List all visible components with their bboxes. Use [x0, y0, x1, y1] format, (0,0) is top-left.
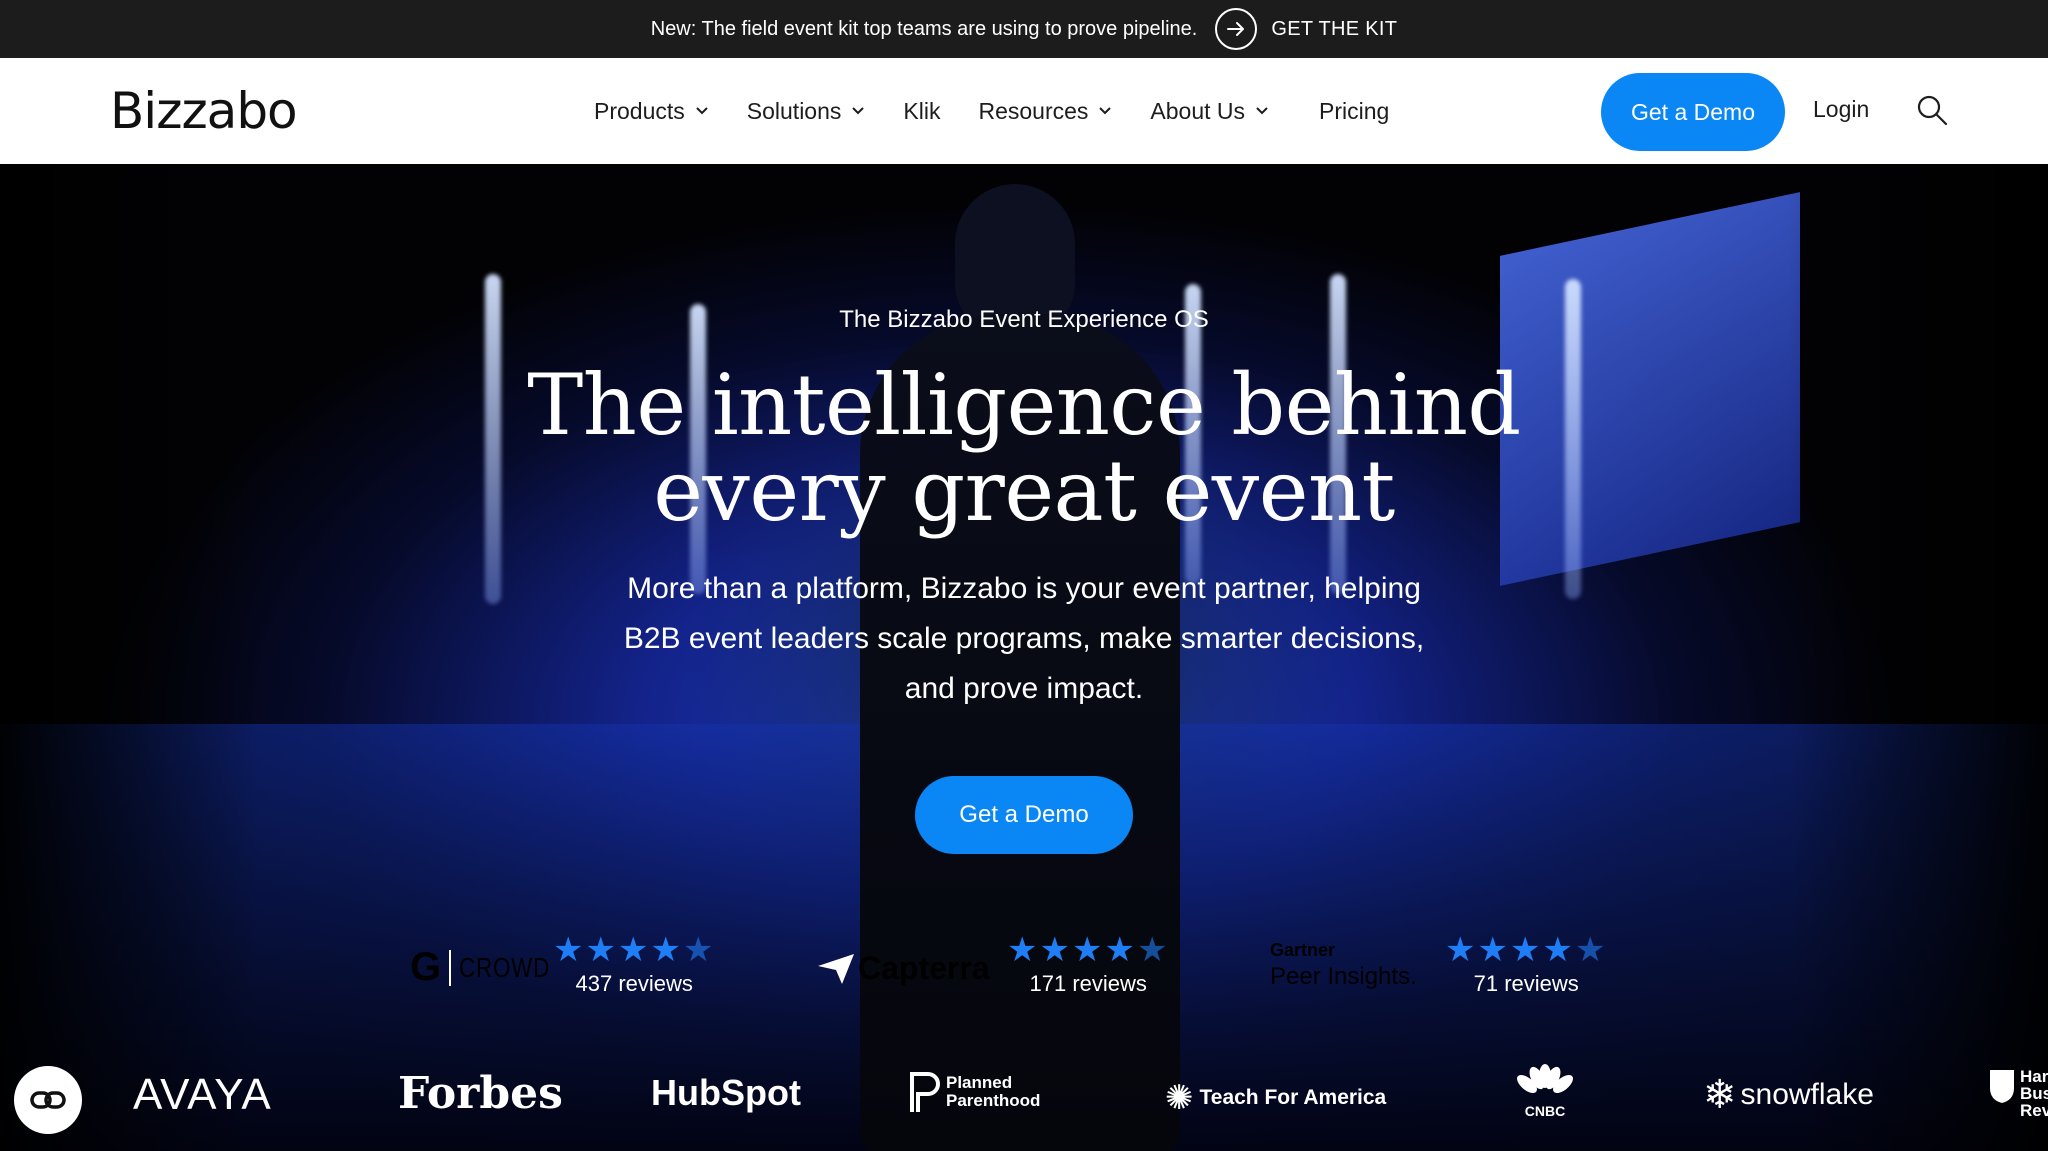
- star-half-icon: ★: [1136, 931, 1168, 969]
- nav-about-us[interactable]: About Us: [1150, 98, 1269, 125]
- nav-label: About Us: [1150, 97, 1245, 124]
- star-icon: ★: [553, 931, 584, 969]
- peer-insights-wordmark: Peer Insights.: [1270, 963, 1417, 990]
- hero-headline: The intelligence behind every great even…: [0, 362, 2048, 534]
- planned-parenthood-mark-icon: [910, 1072, 940, 1112]
- star-icon: ★: [585, 931, 616, 969]
- chevron-down-icon: [1099, 107, 1112, 115]
- nav-pricing[interactable]: Pricing: [1319, 98, 1389, 125]
- star-rating: ★ ★ ★ ★ ★: [1445, 933, 1607, 967]
- star-icon: ★: [617, 931, 649, 969]
- star-icon: ★: [1039, 931, 1070, 969]
- star-icon: ★: [1542, 931, 1573, 969]
- main-nav: Products Solutions Klik Resources About …: [594, 58, 1389, 164]
- chevron-down-icon: [1256, 107, 1268, 115]
- cnbc-logo: CNBC: [1515, 1064, 1575, 1119]
- gartner-review-count: 71 reviews: [1473, 971, 1579, 996]
- customer-logo-strip: AVAYA Forbes HubSpot Planned Parenthood …: [0, 1040, 2048, 1151]
- capterra-rating: ★ ★ ★ ★ ★ 171 reviews: [1007, 933, 1169, 997]
- star-half-icon: ★: [682, 931, 714, 969]
- nav-resources[interactable]: Resources: [978, 98, 1112, 125]
- snowflake-icon: ❄: [1703, 1073, 1737, 1117]
- cnbc-wordmark: CNBC: [1524, 1103, 1566, 1119]
- hbr-line-1: Har: [2020, 1067, 2048, 1086]
- nav-label: Pricing: [1319, 97, 1390, 124]
- arrow-right-icon: [1227, 22, 1245, 36]
- peacock-icon: [1517, 1064, 1573, 1093]
- nav-label: Solutions: [746, 97, 842, 124]
- star-icon: ★: [1477, 931, 1508, 969]
- chevron-down-icon: [696, 107, 708, 115]
- announcement-bar: New: The field event kit top teams are u…: [0, 0, 2048, 58]
- nav-solutions[interactable]: Solutions: [747, 98, 866, 125]
- nav-label: Products: [594, 97, 685, 124]
- bizzabo-logo[interactable]: Bizzabo: [110, 82, 298, 140]
- pp-line-2: Parenthood: [946, 1091, 1041, 1110]
- capterra-wordmark: Capterra: [858, 950, 990, 986]
- nav-label: Klik: [903, 97, 941, 124]
- harvard-business-review-logo: Har Bus Rev: [1988, 1068, 2048, 1119]
- star-icon: ★: [1445, 931, 1476, 969]
- nav-klik[interactable]: Klik: [903, 98, 940, 125]
- site-header: Bizzabo Products Solutions Klik Resource…: [0, 58, 2048, 164]
- g2-review-count: 437 reviews: [575, 971, 693, 996]
- search-button[interactable]: [1916, 94, 1948, 131]
- hbr-line-2: Bus: [2020, 1084, 2048, 1103]
- tfa-wordmark: Teach For America: [1199, 1086, 1387, 1109]
- hero-eyebrow: The Bizzabo Event Experience OS: [839, 306, 1209, 333]
- chat-widget-button[interactable]: [14, 1066, 82, 1134]
- search-icon: [1917, 95, 1948, 126]
- headline-line-1: The intelligence behind: [527, 356, 1521, 454]
- g2-divider: [449, 949, 452, 986]
- login-link[interactable]: Login: [1813, 96, 1869, 123]
- announcement-message: New: The field event kit top teams are u…: [650, 17, 1198, 40]
- announcement-arrow-button[interactable]: [1215, 8, 1258, 50]
- capterra-arrow-icon: [818, 953, 854, 984]
- planned-parenthood-wordmark: Planned Parenthood: [946, 1074, 1040, 1110]
- sub-line-1: More than a platform, Bizzabo is your ev…: [627, 572, 1421, 605]
- hero-get-demo-button[interactable]: Get a Demo: [915, 776, 1133, 854]
- hero-subheadline: More than a platform, Bizzabo is your ev…: [574, 564, 1474, 714]
- star-icon: ★: [1071, 931, 1103, 969]
- gartner-wordmark: Gartner: [1270, 940, 1336, 960]
- pp-line-1: Planned: [946, 1073, 1013, 1092]
- sub-line-2: B2B event leaders scale programs, make s…: [623, 622, 1425, 655]
- star-icon: ★: [1007, 931, 1038, 969]
- avaya-logo: AVAYA: [133, 1070, 272, 1119]
- headline-line-2: every great event: [653, 442, 1395, 540]
- nav-products[interactable]: Products: [594, 98, 709, 125]
- star-icon: ★: [1509, 931, 1541, 969]
- g2-crowd-wordmark: CROWD: [459, 951, 551, 983]
- snowflake-wordmark: snowflake: [1740, 1078, 1874, 1111]
- g2-crowd-logo: G CROWD: [410, 945, 573, 990]
- g2-mark: G: [410, 945, 442, 989]
- star-rating: ★ ★ ★ ★ ★: [553, 933, 715, 967]
- nav-label: Resources: [978, 97, 1089, 124]
- star-rating: ★ ★ ★ ★ ★: [1007, 933, 1169, 967]
- hero-section: The Bizzabo Event Experience OS The inte…: [0, 164, 2048, 1151]
- hubspot-logo: HubSpot: [651, 1072, 801, 1113]
- harvard-shield-icon: [1990, 1070, 2014, 1103]
- capterra-review-count: 171 reviews: [1029, 971, 1147, 996]
- star-icon: ★: [1104, 931, 1135, 969]
- snowflake-logo: ❄ snowflake: [1703, 1072, 1874, 1118]
- sub-line-3: and prove impact.: [904, 672, 1144, 705]
- gartner-rating: ★ ★ ★ ★ ★ 71 reviews: [1445, 933, 1607, 997]
- hbr-wordmark: Har Bus Rev: [2020, 1068, 2048, 1119]
- starburst-icon: ✺: [1165, 1079, 1194, 1117]
- star-half-icon: ★: [1574, 931, 1606, 969]
- gartner-peer-insights-logo: Gartner Peer Insights.: [1270, 940, 1417, 991]
- g2-rating: ★ ★ ★ ★ ★ 437 reviews: [553, 933, 715, 997]
- planned-parenthood-logo: Planned Parenthood: [908, 1070, 1040, 1114]
- star-icon: ★: [650, 931, 681, 969]
- chevron-down-icon: [852, 107, 865, 115]
- chat-link-icon: [30, 1091, 66, 1109]
- forbes-logo: Forbes: [398, 1068, 563, 1119]
- teach-for-america-logo: ✺ Teach For America: [1165, 1078, 1386, 1118]
- capterra-logo: Capterra: [818, 950, 990, 987]
- get-the-kit-link[interactable]: GET THE KIT: [1271, 18, 1397, 41]
- hbr-line-3: Rev: [2020, 1101, 2048, 1120]
- header-get-demo-button[interactable]: Get a Demo: [1601, 73, 1785, 151]
